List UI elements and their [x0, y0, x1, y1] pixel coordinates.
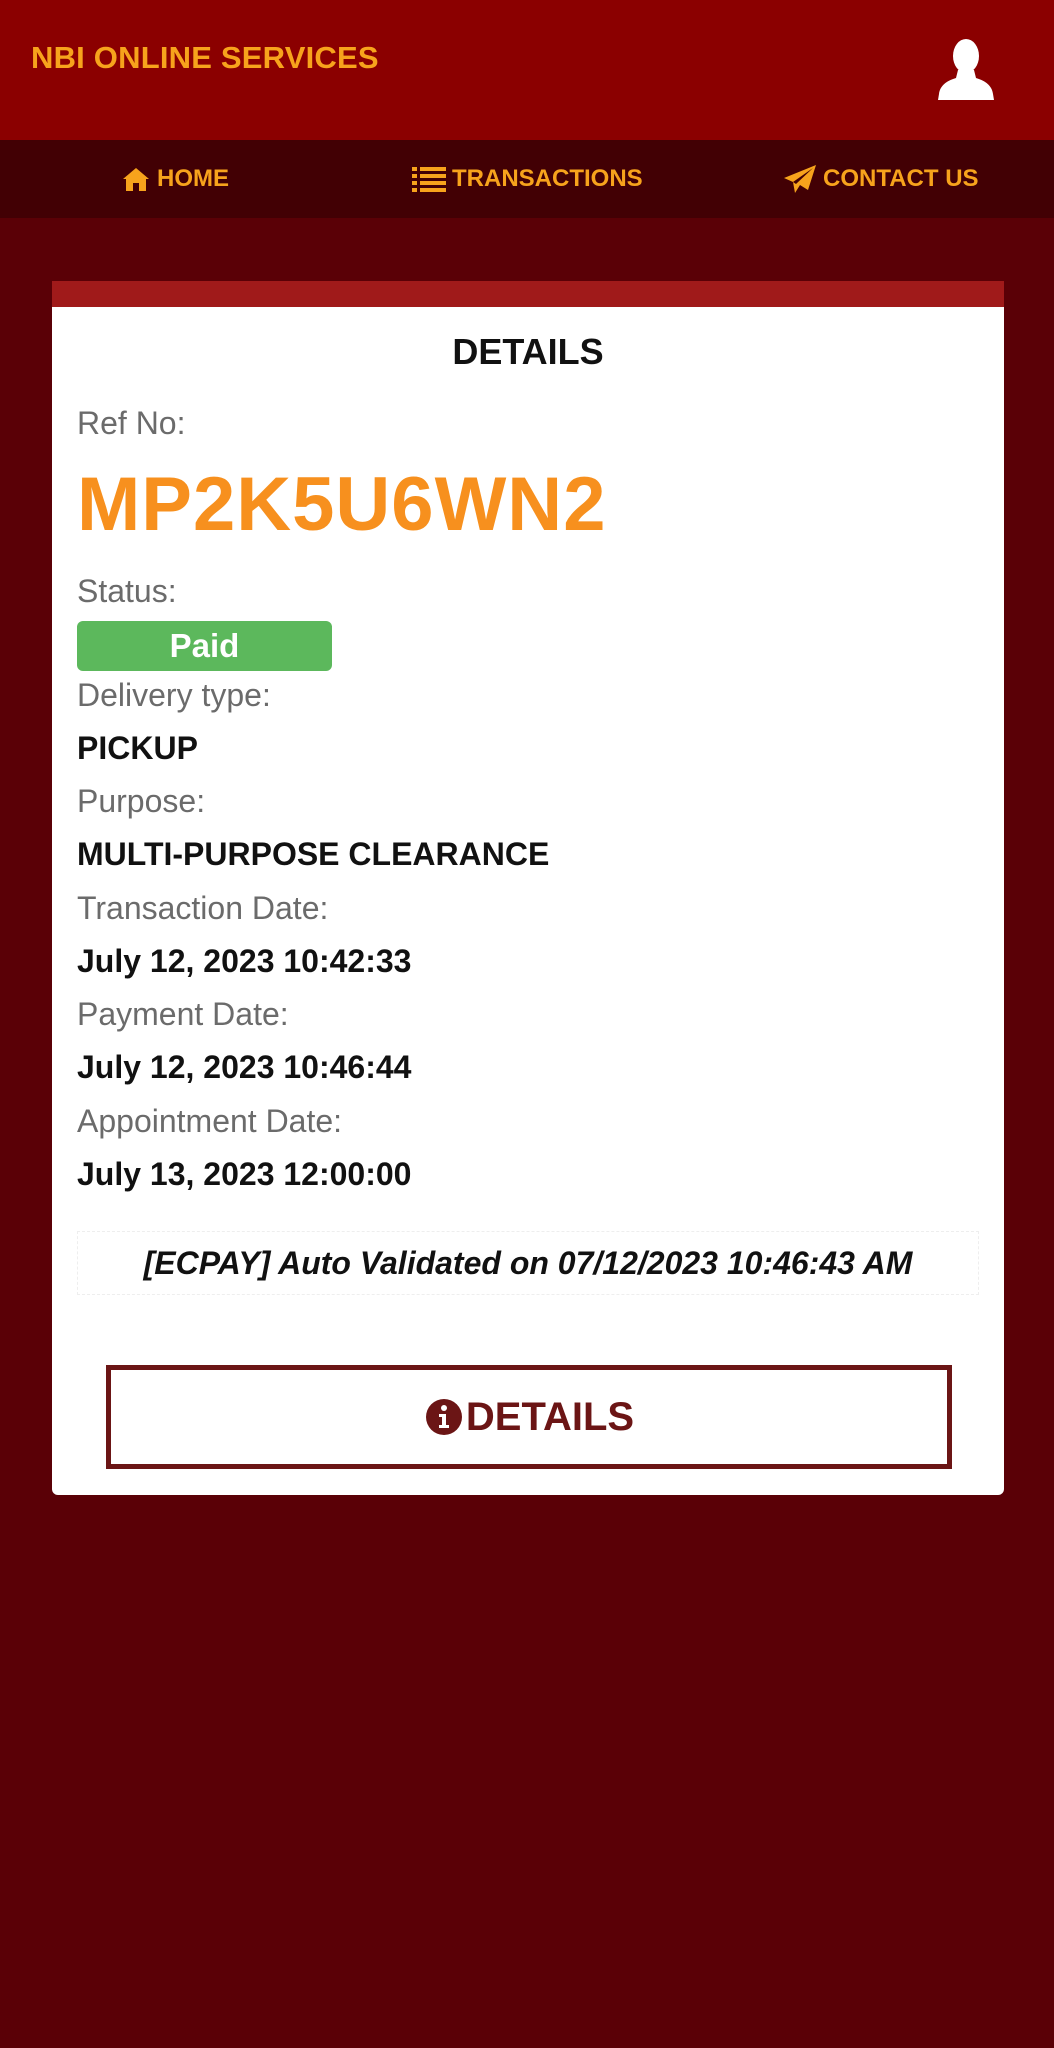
purpose-label: Purpose:	[77, 783, 206, 819]
nav-home-label: HOME	[157, 165, 229, 192]
main-nav: HOME TRANSACTIONS CONTACT US	[0, 140, 1054, 218]
payment-date-label: Payment Date:	[77, 996, 289, 1032]
nav-contact-label: CONTACT US	[823, 165, 979, 192]
appointment-date-label: Appointment Date:	[77, 1103, 343, 1139]
transaction-date-value: July 12, 2023 10:42:33	[77, 943, 412, 979]
status-badge: Paid	[77, 621, 332, 671]
card-accent-bar	[52, 281, 1004, 307]
home-icon	[123, 168, 149, 191]
delivery-type-label: Delivery type:	[77, 677, 271, 713]
ref-no-value: MP2K5U6WN2	[77, 462, 607, 547]
appointment-date-value: July 13, 2023 12:00:00	[77, 1156, 412, 1192]
transaction-date-label: Transaction Date:	[77, 890, 329, 926]
nav-transactions[interactable]: TRANSACTIONS	[412, 140, 643, 218]
ref-no-label: Ref No:	[77, 405, 186, 441]
app-header: NBI ONLINE SERVICES	[0, 0, 1054, 140]
list-icon	[412, 167, 446, 192]
validation-note: [ECPAY] Auto Validated on 07/12/2023 10:…	[77, 1231, 979, 1295]
delivery-type-value: PICKUP	[77, 730, 198, 766]
purpose-value: MULTI-PURPOSE CLEARANCE	[77, 836, 550, 872]
nav-home[interactable]: HOME	[121, 140, 229, 218]
nav-transactions-label: TRANSACTIONS	[452, 165, 643, 192]
card-title: DETAILS	[452, 331, 604, 372]
status-label: Status:	[77, 573, 177, 609]
info-circle-icon	[425, 1399, 462, 1435]
nav-contact-us[interactable]: CONTACT US	[783, 140, 979, 218]
details-button-label: DETAILS	[465, 1394, 635, 1439]
details-card: DETAILS Ref No: MP2K5U6WN2 Status: Paid …	[52, 281, 1004, 1495]
user-profile-icon[interactable]	[938, 36, 994, 100]
details-button[interactable]: DETAILS	[106, 1365, 952, 1469]
app-title: NBI ONLINE SERVICES	[31, 40, 379, 75]
payment-date-value: July 12, 2023 10:46:44	[77, 1049, 412, 1085]
paper-plane-icon	[784, 165, 816, 193]
